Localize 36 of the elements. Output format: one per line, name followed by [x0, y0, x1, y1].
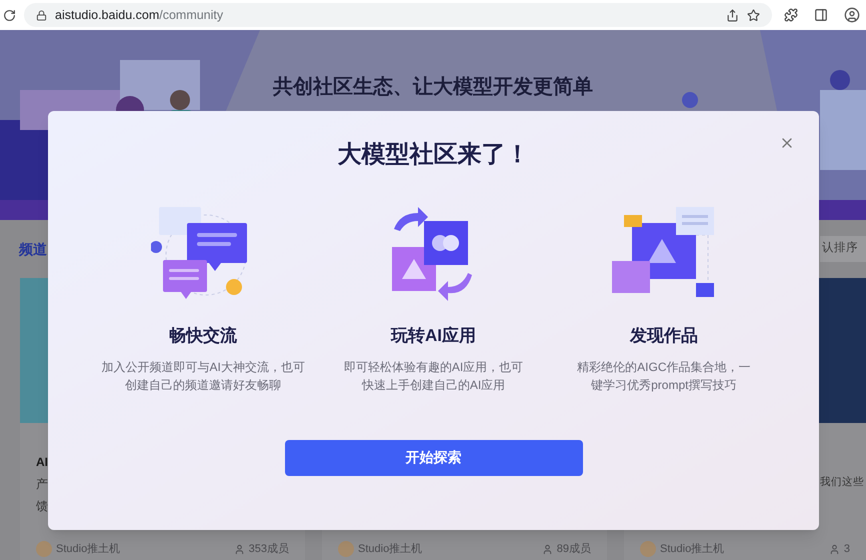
feature-description: 即可轻松体验有趣的AI应用，也可 快速上手创建自己的AI应用 [344, 358, 524, 394]
share-icon[interactable] [726, 8, 739, 22]
member-icon [828, 544, 840, 554]
feature-description: 加入公开频道即可与AI大神交流，也可 创建自己的频道邀请好友畅聊 [101, 358, 305, 394]
profile-icon[interactable] [844, 7, 860, 23]
card-title: AI [36, 454, 49, 471]
avatar [338, 541, 354, 557]
author-name: Studio推土机 [660, 542, 724, 557]
card-description: 我们这些 [820, 475, 864, 490]
avatar [640, 541, 656, 557]
sort-dropdown[interactable]: 认排序 [820, 236, 866, 262]
feature-title: 畅快交流 [169, 325, 238, 347]
url-text: aistudio.baidu.com/community [55, 6, 224, 24]
member-count: 3 [844, 542, 850, 557]
feature-title: 玩转AI应用 [390, 325, 476, 347]
lock-icon [36, 10, 47, 20]
avatar [36, 541, 52, 557]
feature-description: 精彩绝伦的AIGC作品集合地，一 键学习优秀prompt撰写技巧 [577, 358, 750, 394]
card-description: 产 [36, 476, 49, 493]
extensions-icon[interactable] [784, 8, 798, 22]
reload-icon[interactable] [3, 8, 16, 22]
card-description: 馈 [36, 498, 49, 515]
section-title: 频道 [19, 240, 47, 258]
author-name: Studio推土机 [56, 542, 120, 557]
feature-title: 发现作品 [630, 325, 698, 347]
bookmark-star-icon[interactable] [747, 8, 760, 22]
member-icon [542, 544, 553, 554]
member-count: 353成员 [248, 542, 289, 557]
author-name: Studio推土机 [358, 542, 422, 557]
member-icon [234, 544, 245, 554]
modal-title: 大模型社区来了！ [338, 140, 530, 170]
start-explore-button[interactable]: 开始探索 [284, 440, 582, 476]
banner-title: 共创社区生态、让大模型开发更简单 [273, 75, 593, 100]
side-panel-icon[interactable] [814, 8, 828, 22]
address-bar[interactable]: aistudio.baidu.com/community [24, 3, 772, 27]
member-count: 89成员 [556, 542, 591, 557]
